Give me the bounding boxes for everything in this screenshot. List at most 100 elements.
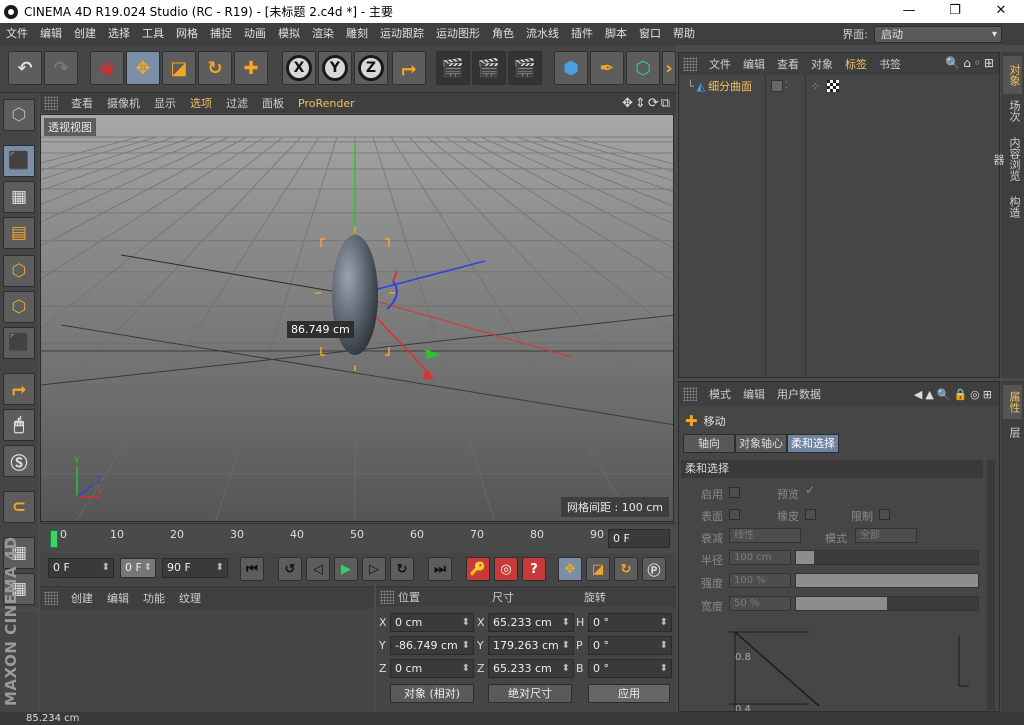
texture-tag-icon[interactable] [827, 80, 839, 92]
snap-icon[interactable]: ⊂ [3, 491, 35, 523]
size-mode-dropdown[interactable]: 绝对尺寸 [488, 684, 572, 703]
layout-select[interactable]: 启动 [874, 25, 1002, 43]
panel-grip-icon[interactable] [44, 96, 58, 110]
radius-field[interactable]: 100 cm [729, 550, 791, 565]
object-manager-nav-icons[interactable]: 🔍⌂◦⊞ [945, 56, 997, 70]
record-position-icon[interactable]: ✥ [558, 557, 582, 581]
points-mode-icon[interactable]: ⬡ [3, 255, 35, 287]
object-menu-file[interactable]: 文件 [703, 56, 737, 72]
undo-icon[interactable]: ↶ [8, 51, 42, 85]
viewport-menu-options[interactable]: 选项 [183, 95, 219, 111]
size-y-field[interactable]: 179.263 cm [488, 636, 574, 655]
size-z-field[interactable]: 65.233 cm [488, 659, 574, 678]
menu-motion-tracking[interactable]: 运动跟踪 [374, 23, 430, 45]
move-tool-icon[interactable]: ✥ [126, 51, 160, 85]
menu-help[interactable]: 帮助 [667, 23, 701, 45]
autokey-icon[interactable]: ◎ [494, 557, 518, 581]
editor-visibility-icon[interactable] [771, 80, 783, 92]
model-mode-icon[interactable]: ⬛ [3, 145, 35, 177]
minimize-icon[interactable]: — [886, 0, 932, 23]
falloff-graph[interactable]: 0.8 0.4 [709, 616, 987, 712]
attr-nav-icons[interactable]: ◀▲🔍🔒◎⊞ [914, 388, 995, 401]
rotation-b-field[interactable]: 0 ° [588, 659, 672, 678]
tab-soft-selection[interactable]: 柔和选择 [787, 434, 839, 453]
menu-mograph[interactable]: 运动图形 [430, 23, 486, 45]
tweak-mode-icon[interactable]: 🖱 [3, 409, 35, 441]
panel-grip-icon[interactable] [683, 387, 697, 401]
limit-checkbox[interactable] [879, 509, 890, 520]
pen-spline-icon[interactable]: ✒ [590, 51, 624, 85]
object-name[interactable]: 细分曲面 [708, 78, 752, 94]
menu-pipeline[interactable]: 流水线 [520, 23, 565, 45]
radius-slider[interactable] [795, 550, 979, 565]
record-keys-icon[interactable]: 🔑 [466, 557, 490, 581]
material-menu-edit[interactable]: 编辑 [100, 590, 136, 606]
redo-icon[interactable]: ↷ [44, 51, 78, 85]
timeline-ruler[interactable]: 0 10 20 30 40 50 60 70 80 90 [48, 528, 604, 550]
render-visibility-icon[interactable]: ⁚ [785, 81, 788, 91]
render-settings-icon[interactable]: 🎬 [508, 51, 542, 85]
material-menu-function[interactable]: 功能 [136, 590, 172, 606]
menu-edit[interactable]: 编辑 [34, 23, 68, 45]
rotation-p-field[interactable]: 0 ° [588, 636, 672, 655]
viewport-menu-filter[interactable]: 过滤 [219, 95, 255, 111]
rubber-checkbox[interactable] [805, 509, 816, 520]
attr-menu-edit[interactable]: 编辑 [737, 386, 771, 402]
apply-button[interactable]: 应用 [588, 684, 670, 703]
z-axis-lock-icon[interactable]: Z [354, 51, 388, 85]
preview-check-icon[interactable]: ✓ [805, 483, 815, 497]
panel-grip-icon[interactable] [683, 57, 697, 71]
tab-structure[interactable]: 构造 [1003, 192, 1022, 222]
workplane-mode-icon[interactable]: ▤ [3, 217, 35, 249]
polygons-mode-icon[interactable]: ⬛ [3, 327, 35, 359]
mode-dropdown[interactable]: 全部 [855, 528, 917, 543]
object-menu-edit[interactable]: 编辑 [737, 56, 771, 72]
attr-scrollbar[interactable] [987, 460, 995, 710]
tab-attributes[interactable]: 属性 [1003, 385, 1022, 419]
material-menu-texture[interactable]: 纹理 [172, 590, 208, 606]
attr-menu-mode[interactable]: 模式 [703, 386, 737, 402]
cube-primitive-icon[interactable]: ⬢ [554, 51, 588, 85]
axis-mode-icon[interactable]: ⮣ [3, 373, 35, 405]
falloff-dropdown[interactable]: 线性 [729, 528, 801, 543]
render-view-icon[interactable]: 🎬 [436, 51, 470, 85]
play-icon[interactable]: ▶ [334, 557, 358, 581]
coordinate-mode-dropdown[interactable]: 对象 (相对) [390, 684, 474, 703]
x-axis-lock-icon[interactable]: X [282, 51, 316, 85]
menu-select[interactable]: 选择 [102, 23, 136, 45]
tab-object-axis[interactable]: 对象轴心 [735, 434, 787, 453]
record-rotation-icon[interactable]: ↻ [614, 557, 638, 581]
tab-layers[interactable]: 层 [1003, 421, 1022, 443]
viewport-menu-prorender[interactable]: ProRender [291, 97, 362, 110]
tab-takes[interactable]: 场次 [1003, 96, 1022, 126]
object-menu-objects[interactable]: 对象 [805, 56, 839, 72]
viewport-menu-view[interactable]: 查看 [64, 95, 100, 111]
material-menu-create[interactable]: 创建 [64, 590, 100, 606]
object-menu-bookmarks[interactable]: 书签 [873, 56, 907, 72]
keyframe-selection-icon[interactable]: ? [522, 557, 546, 581]
menu-animate[interactable]: 动画 [238, 23, 272, 45]
menu-simulate[interactable]: 模拟 [272, 23, 306, 45]
transform-tool-icon[interactable]: ✚ [234, 51, 268, 85]
live-selection-icon[interactable]: ◉ [90, 51, 124, 85]
phong-tag-icon[interactable]: ⁘ [811, 80, 820, 93]
y-axis-lock-icon[interactable]: Y [318, 51, 352, 85]
width-slider[interactable] [795, 596, 979, 611]
menu-sculpt[interactable]: 雕刻 [340, 23, 374, 45]
width-field[interactable]: 50 % [729, 596, 791, 611]
scale-tool-icon[interactable]: ◪ [162, 51, 196, 85]
restore-icon[interactable]: ❐ [932, 0, 978, 23]
prev-key-icon[interactable]: ↺ [278, 557, 302, 581]
tab-axis[interactable]: 轴向 [683, 434, 735, 453]
menu-create[interactable]: 创建 [68, 23, 102, 45]
tab-objects[interactable]: 对象 [1003, 56, 1022, 94]
timeline-cursor[interactable] [50, 530, 58, 548]
end-frame-field[interactable]: 90 F [162, 558, 228, 578]
rotate-tool-icon[interactable]: ↻ [198, 51, 232, 85]
current-frame-field[interactable]: 0 F [608, 529, 670, 548]
subdivision-generator-icon[interactable]: ⬡ [626, 51, 660, 85]
viewport-menu-panel[interactable]: 面板 [255, 95, 291, 111]
next-frame-icon[interactable]: ▷ [362, 557, 386, 581]
record-scale-icon[interactable]: ◪ [586, 557, 610, 581]
goto-start-icon[interactable]: ⏮ [240, 557, 264, 581]
